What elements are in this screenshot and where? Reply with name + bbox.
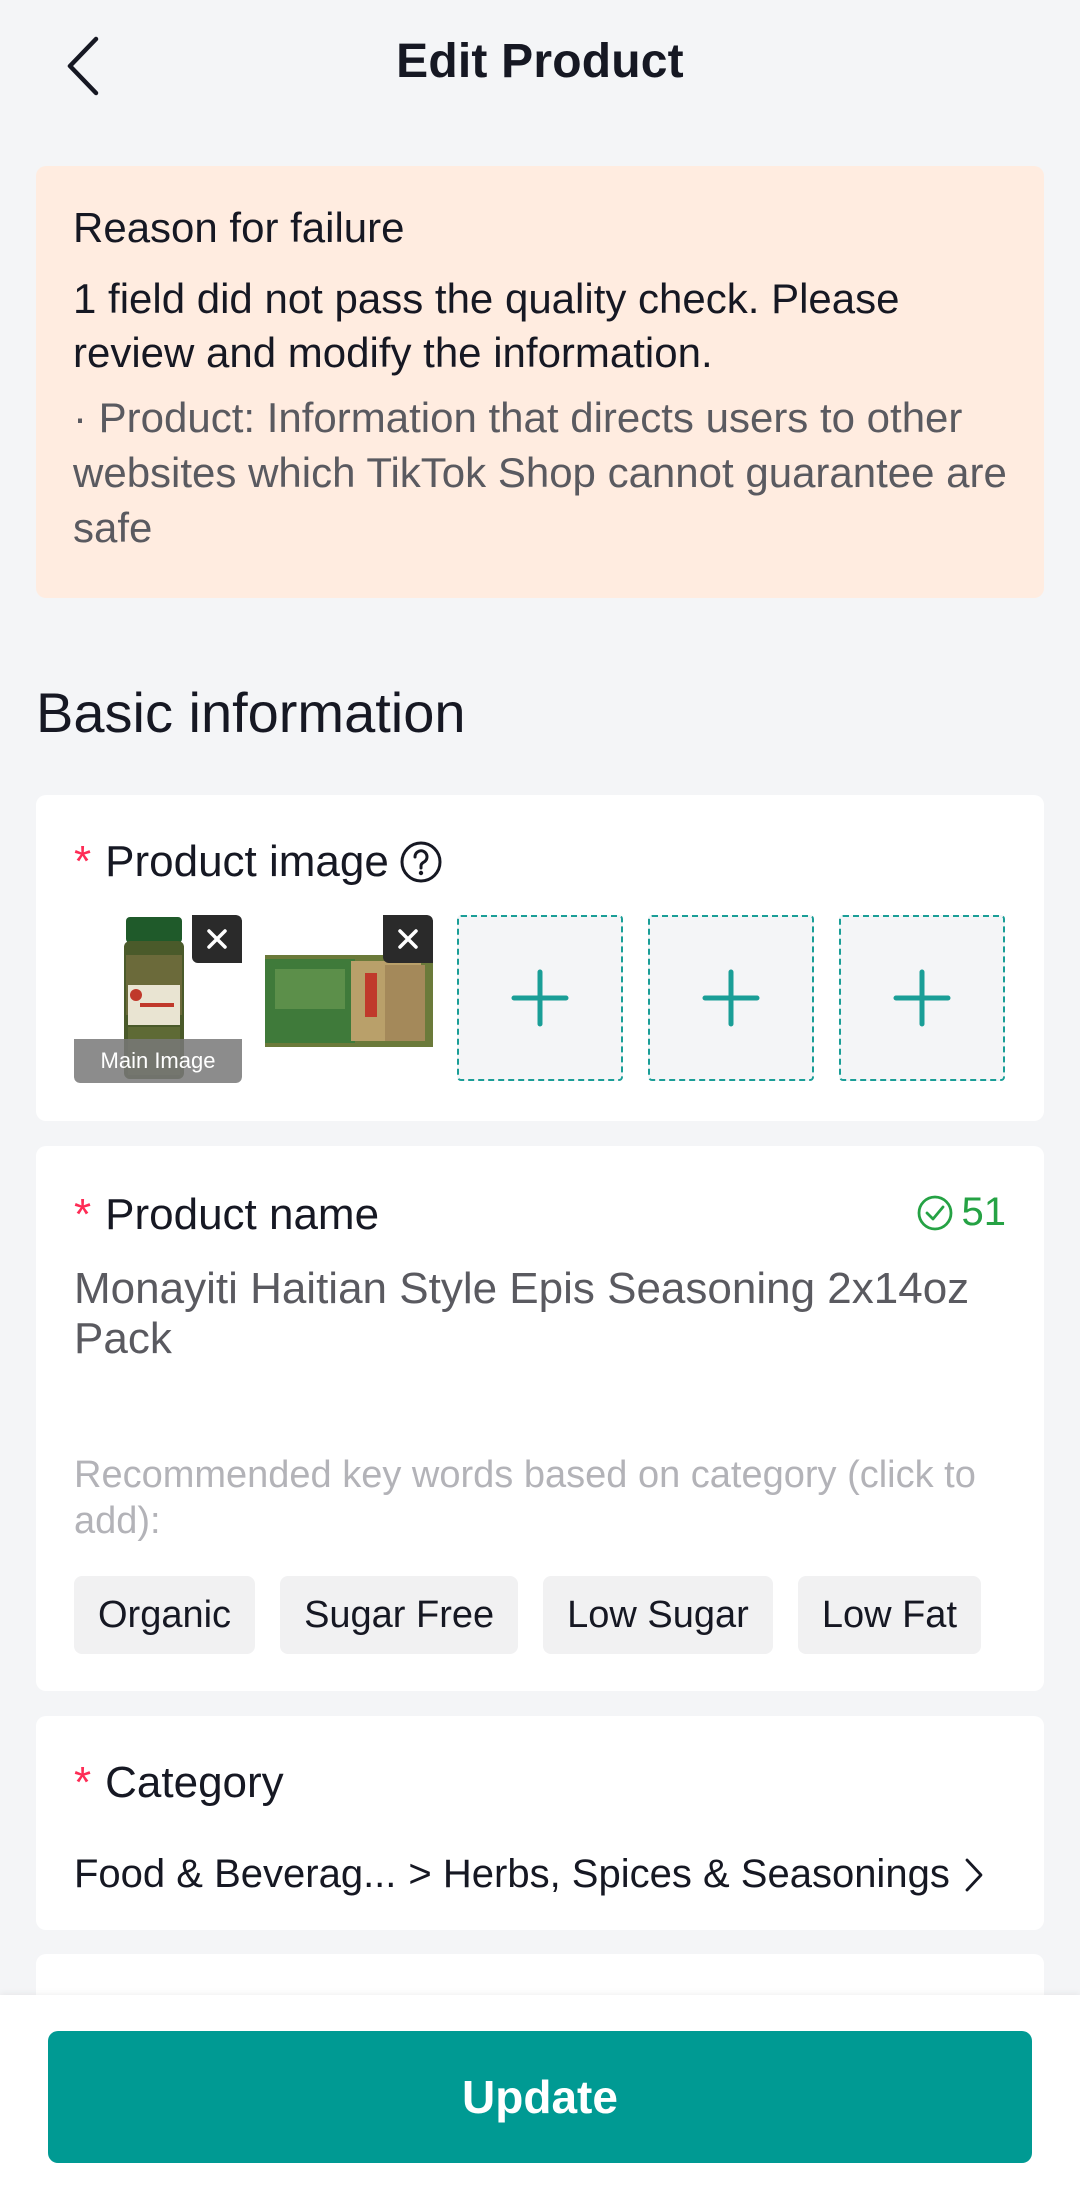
plus-icon xyxy=(511,969,569,1027)
add-image-button[interactable] xyxy=(648,915,814,1081)
help-icon[interactable] xyxy=(399,840,443,884)
category-label-text: Category xyxy=(105,1758,284,1807)
product-name-label: * Product name xyxy=(74,1190,379,1240)
keyword-chip-low-fat[interactable]: Low Fat xyxy=(797,1576,981,1654)
main-image-badge: Main Image xyxy=(74,1039,242,1083)
char-count: 51 xyxy=(916,1190,1007,1235)
section-title-basic-information: Basic information xyxy=(36,681,466,744)
failure-detail: · Product: Information that directs user… xyxy=(73,394,1007,551)
plus-icon xyxy=(702,969,760,1027)
category-label: * Category xyxy=(74,1758,284,1808)
add-image-button[interactable] xyxy=(457,915,623,1081)
failure-reason-card: Reason for failure 1 field did not pass … xyxy=(36,166,1044,598)
product-image-card: * Product image Main Image xyxy=(36,795,1044,1121)
product-image-label-text: Product image xyxy=(105,837,389,886)
header: Edit Product xyxy=(0,0,1080,130)
remove-image-button[interactable] xyxy=(383,915,433,963)
required-mark: * xyxy=(74,1190,92,1239)
close-icon xyxy=(207,929,227,949)
failure-title: Reason for failure xyxy=(73,204,405,251)
bottom-action-bar: Update xyxy=(0,1995,1080,2199)
keyword-chip-low-sugar[interactable]: Low Sugar xyxy=(543,1576,773,1654)
category-path-leaf: > Herbs, Spices & Seasonings xyxy=(408,1852,950,1896)
chevron-right-icon xyxy=(965,1858,983,1891)
category-path[interactable]: Food & Beverag... > Herbs, Spices & Seas… xyxy=(74,1852,984,1897)
product-name-input[interactable]: Monayiti Haitian Style Epis Seasoning 2x… xyxy=(74,1264,974,1364)
failure-message: 1 field did not pass the quality check. … xyxy=(73,275,900,376)
plus-icon xyxy=(893,969,951,1027)
char-count-value: 51 xyxy=(961,1190,1007,1234)
update-button[interactable]: Update xyxy=(48,2031,1032,2163)
product-image-thumbnail[interactable] xyxy=(265,915,433,1083)
add-image-button[interactable] xyxy=(839,915,1005,1081)
keyword-chip-organic[interactable]: Organic xyxy=(74,1576,256,1654)
category-card[interactable]: * Category Food & Beverag... > Herbs, Sp… xyxy=(36,1716,1044,1930)
close-icon xyxy=(398,929,418,949)
check-circle-icon xyxy=(917,1195,952,1230)
product-image-label: * Product image xyxy=(74,837,443,887)
remove-image-button[interactable] xyxy=(192,915,242,963)
keyword-chip-sugar-free[interactable]: Sugar Free xyxy=(280,1576,519,1654)
required-mark: * xyxy=(74,837,92,886)
required-mark: * xyxy=(74,1758,92,1807)
category-path-root: Food & Beverag... xyxy=(74,1852,397,1896)
page-title: Edit Product xyxy=(396,35,684,88)
keyword-hint: Recommended key words based on category … xyxy=(74,1454,976,1542)
product-name-label-text: Product name xyxy=(105,1190,380,1239)
keyword-chips: Organic Sugar Free Low Sugar Low Fat xyxy=(74,1576,981,1654)
edit-product-screen: Edit Product Reason for failure 1 field … xyxy=(0,0,1080,2199)
product-image-thumbnail-main[interactable]: Main Image xyxy=(74,915,242,1083)
product-name-card: * Product name 51 Monayiti Haitian Style… xyxy=(36,1146,1044,1691)
